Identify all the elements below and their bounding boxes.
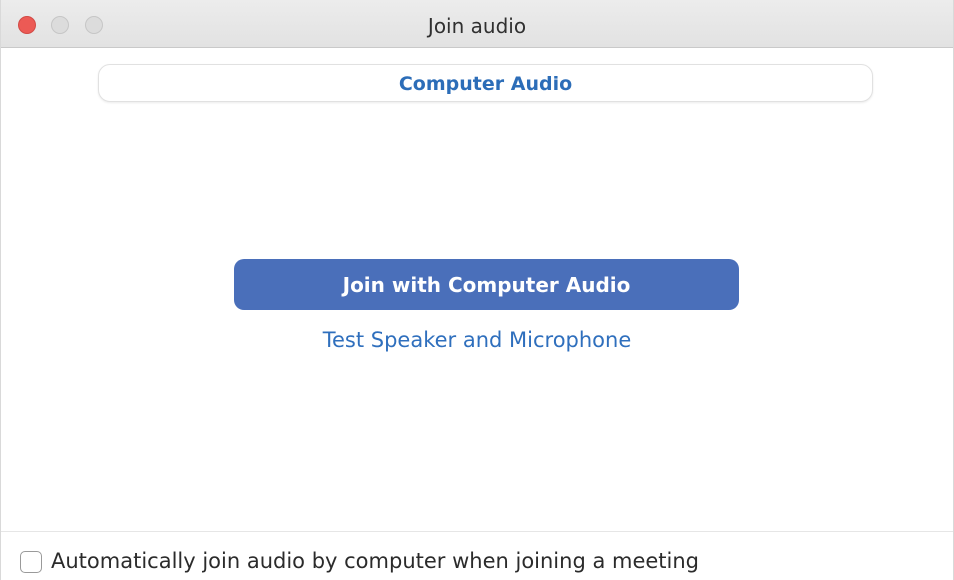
auto-join-checkbox[interactable] <box>20 551 42 573</box>
footer-divider <box>1 531 953 532</box>
title-bar: Join audio <box>1 0 953 48</box>
tab-computer-audio-label: Computer Audio <box>398 73 573 95</box>
test-speaker-microphone-link[interactable]: Test Speaker and Microphone <box>323 328 632 352</box>
join-with-computer-audio-button[interactable]: Join with Computer Audio <box>234 259 739 310</box>
window-title: Join audio <box>427 14 527 38</box>
test-speaker-microphone-link-row: Test Speaker and Microphone <box>1 328 953 352</box>
auto-join-label[interactable]: Automatically join audio by computer whe… <box>51 549 699 573</box>
tab-computer-audio[interactable]: Computer Audio <box>98 64 873 102</box>
join-audio-window: Join audio Computer Audio Join with Comp… <box>0 0 954 580</box>
